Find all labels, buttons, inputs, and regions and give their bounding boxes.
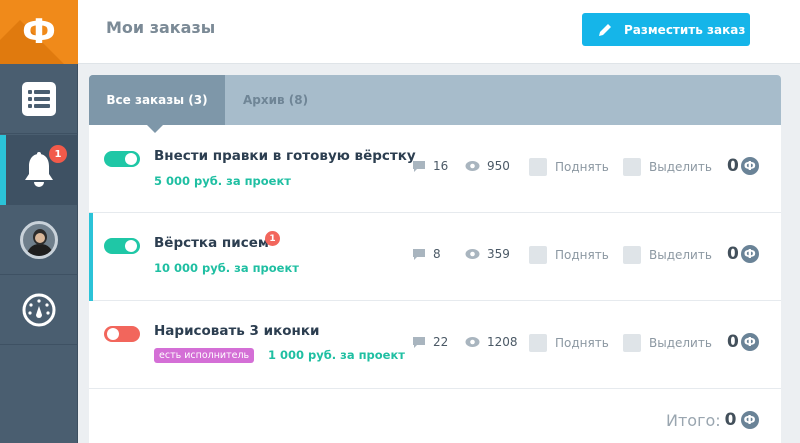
order-toggle[interactable]	[104, 238, 140, 254]
raise-checkbox[interactable]: Поднять	[529, 246, 609, 264]
sidebar-item-notifications[interactable]: 1	[0, 135, 78, 205]
raise-checkbox[interactable]: Поднять	[529, 334, 609, 352]
order-row: Вёрстка писем 1 10 000 руб. за проект 8 …	[89, 213, 781, 301]
views-stat: 950	[465, 159, 510, 173]
total: Итого: 0 Ф	[666, 410, 759, 430]
views-stat: 1208	[465, 335, 518, 349]
logo-letter: Ф	[22, 12, 56, 52]
comments-stat: 16	[412, 159, 448, 173]
comment-icon	[413, 160, 425, 172]
comment-icon	[413, 248, 425, 260]
place-order-label: Разместить заказ	[624, 22, 746, 37]
highlight-checkbox[interactable]: Выделить	[623, 246, 712, 264]
highlight-checkbox[interactable]: Выделить	[623, 334, 712, 352]
sidebar-item-dashboard[interactable]	[0, 275, 78, 345]
sidebar: Ф 1	[0, 0, 78, 443]
logo[interactable]: Ф	[0, 0, 78, 64]
coin-count: 0 Ф	[727, 332, 759, 352]
coin-count: Ф	[740, 411, 759, 429]
sidebar-item-profile[interactable]	[0, 205, 78, 275]
order-toggle[interactable]	[104, 151, 140, 167]
order-title[interactable]: Нарисовать 3 иконки	[154, 323, 319, 339]
eye-icon	[465, 337, 480, 347]
orders-panel: Все заказы (3) Архив (8) Внести правки в…	[89, 75, 781, 443]
order-price: 5 000 руб. за проект	[154, 174, 291, 188]
coin-icon: Ф	[740, 411, 759, 429]
total-label: Итого:	[666, 410, 721, 430]
header: Мои заказы Разместить заказ	[78, 0, 800, 64]
coin-count: 0 Ф	[727, 244, 759, 264]
sidebar-item-orders[interactable]	[0, 64, 78, 134]
order-toggle[interactable]	[104, 326, 140, 342]
views-stat: 359	[465, 247, 510, 261]
tab-archive[interactable]: Архив (8)	[243, 75, 308, 125]
order-title[interactable]: Вёрстка писем	[154, 235, 269, 251]
order-price: 1 000 руб. за проект	[268, 348, 405, 362]
tabs: Все заказы (3) Архив (8)	[89, 75, 781, 133]
comments-stat: 22	[412, 335, 448, 349]
notification-badge: 1	[49, 145, 67, 163]
eye-icon	[465, 161, 480, 171]
tab-all-orders[interactable]: Все заказы (3)	[89, 75, 225, 133]
eye-icon	[465, 249, 480, 259]
order-badge: 1	[265, 231, 280, 246]
page-title: Мои заказы	[106, 18, 216, 37]
order-row: Внести правки в готовую вёрстку 5 000 ру…	[89, 125, 781, 213]
order-row: Нарисовать 3 иконки есть исполнитель 1 0…	[89, 301, 781, 389]
pencil-icon	[599, 23, 611, 36]
raise-checkbox[interactable]: Поднять	[529, 158, 609, 176]
comment-icon	[413, 336, 425, 348]
dashboard-gauge-icon	[22, 293, 56, 326]
executor-tag: есть исполнитель	[154, 348, 255, 363]
comments-stat: 8	[412, 247, 441, 261]
highlight-checkbox[interactable]: Выделить	[623, 158, 712, 176]
list-icon	[22, 81, 56, 116]
order-title[interactable]: Внести правки в готовую вёрстку	[154, 148, 416, 164]
coin-icon: Ф	[740, 157, 759, 175]
place-order-button[interactable]: Разместить заказ	[582, 13, 750, 46]
order-price: 10 000 руб. за проект	[154, 261, 299, 275]
avatar	[20, 220, 58, 259]
coin-icon: Ф	[740, 245, 759, 263]
total-value: 0	[724, 410, 737, 430]
coin-count: 0 Ф	[727, 156, 759, 176]
coin-icon: Ф	[740, 333, 759, 351]
